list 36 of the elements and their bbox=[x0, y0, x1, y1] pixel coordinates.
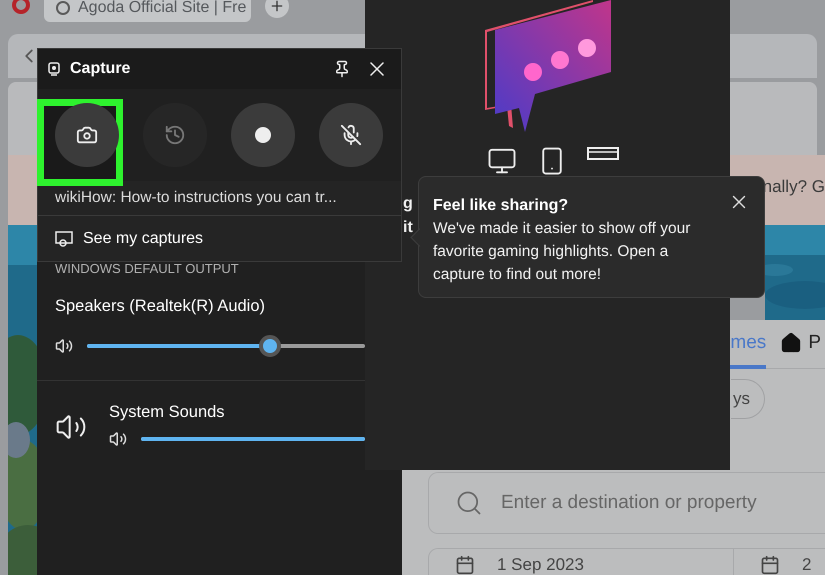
tooltip-text: We've made it easier to show off your favorite gaming highlights. Open a capture to find out more! bbox=[433, 219, 692, 285]
section-heading: WINDOWS DEFAULT OUTPUT bbox=[54, 262, 240, 275]
volume-slider[interactable] bbox=[87, 335, 365, 357]
mic-off-icon bbox=[340, 124, 362, 146]
panel-text: it bbox=[403, 218, 413, 238]
site-icon bbox=[56, 1, 70, 15]
capture-source-title: wikiHow: How-to instructions you can tr... bbox=[38, 181, 401, 216]
search-icon bbox=[455, 489, 483, 517]
plus-icon bbox=[269, 0, 285, 14]
pc-icon bbox=[486, 146, 516, 176]
widget-title: Capture bbox=[70, 60, 132, 78]
home-icon bbox=[780, 332, 802, 354]
filter-chip[interactable]: ys bbox=[731, 379, 765, 419]
category-tab[interactable]: P bbox=[780, 320, 821, 368]
slider-thumb[interactable] bbox=[259, 335, 282, 357]
history-icon bbox=[164, 124, 186, 146]
device-name: Speakers (Realtek(R) Audio) bbox=[54, 297, 266, 316]
tooltip-title: Feel like sharing? bbox=[433, 196, 570, 216]
webcam-icon bbox=[48, 62, 60, 76]
date-field[interactable]: 2 bbox=[734, 549, 825, 575]
console-icon bbox=[586, 146, 618, 162]
record-icon bbox=[255, 127, 271, 143]
volume-icon bbox=[109, 430, 127, 448]
browser-tab[interactable]: Agoda Official Site | Fre bbox=[44, 0, 251, 22]
volume-icon bbox=[55, 337, 73, 355]
calendar-icon bbox=[455, 555, 475, 575]
calendar-icon bbox=[760, 555, 780, 575]
pin-icon bbox=[333, 60, 351, 78]
new-tab-button[interactable] bbox=[265, 0, 289, 18]
app-name: System Sounds bbox=[109, 403, 226, 422]
panel-text: g bbox=[403, 194, 413, 214]
date-field[interactable]: 1 Sep 2023 bbox=[429, 549, 734, 575]
destination-search-field[interactable]: Enter a destination or property bbox=[428, 472, 825, 534]
gallery-icon bbox=[55, 230, 73, 246]
camera-icon bbox=[76, 124, 98, 146]
see-captures-link[interactable]: See my captures bbox=[55, 230, 204, 248]
